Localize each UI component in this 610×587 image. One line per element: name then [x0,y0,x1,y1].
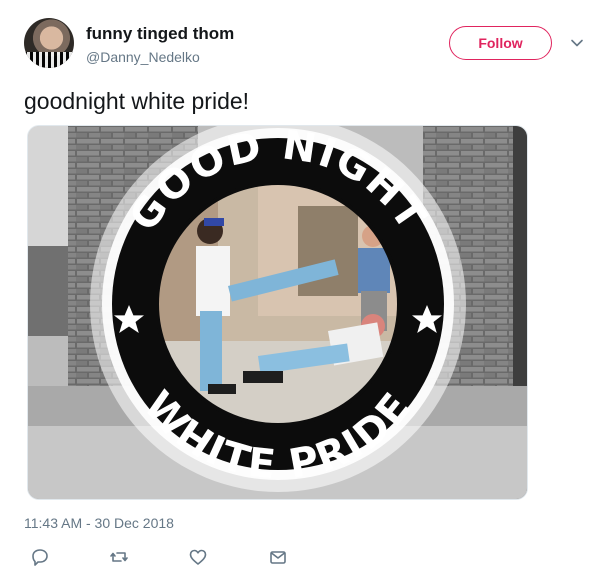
chevron-down-icon[interactable] [570,36,584,50]
avatar[interactable] [24,18,74,68]
retweet-icon[interactable] [108,546,130,568]
reply-icon[interactable] [29,546,51,568]
user-handle[interactable]: @Danny_Nedelko [86,49,200,65]
tweet-text: goodnight white pride! [24,88,250,114]
like-icon[interactable] [187,546,209,568]
display-name[interactable]: funny tinged thom [86,24,234,44]
tweet-timestamp[interactable]: 11:43 AM - 30 Dec 2018 [24,515,174,531]
tweet-image[interactable]: GOOD NIGHT WHITE PRIDE [27,125,528,500]
follow-button[interactable]: Follow [449,26,552,60]
direct-message-icon[interactable] [267,546,289,568]
